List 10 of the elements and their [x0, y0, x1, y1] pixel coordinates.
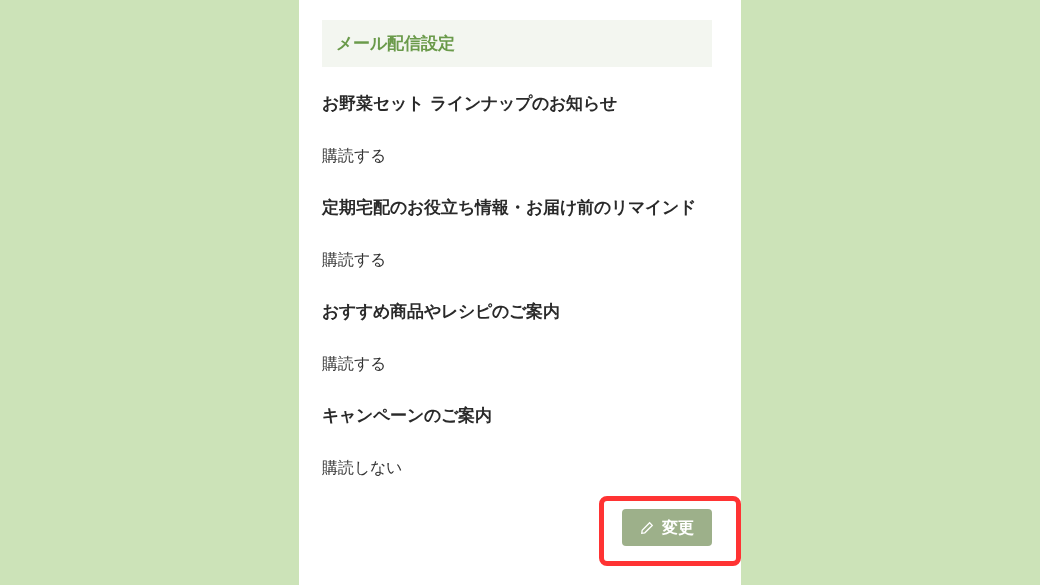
setting-title: キャンペーンのご案内	[322, 404, 493, 427]
setting-title: おすすめ商品やレシピのご案内	[322, 300, 561, 323]
setting-value: 購読する	[322, 145, 387, 167]
section-title: メール配信設定	[336, 31, 455, 55]
setting-value: 購読しない	[322, 457, 403, 479]
setting-title: 定期宅配のお役立ち情報・お届け前のリマインド	[322, 196, 697, 219]
setting-value: 購読する	[322, 353, 387, 375]
pencil-icon	[640, 520, 654, 535]
setting-value: 購読する	[322, 249, 387, 271]
setting-title: お野菜セット ラインナップのお知らせ	[322, 92, 618, 115]
